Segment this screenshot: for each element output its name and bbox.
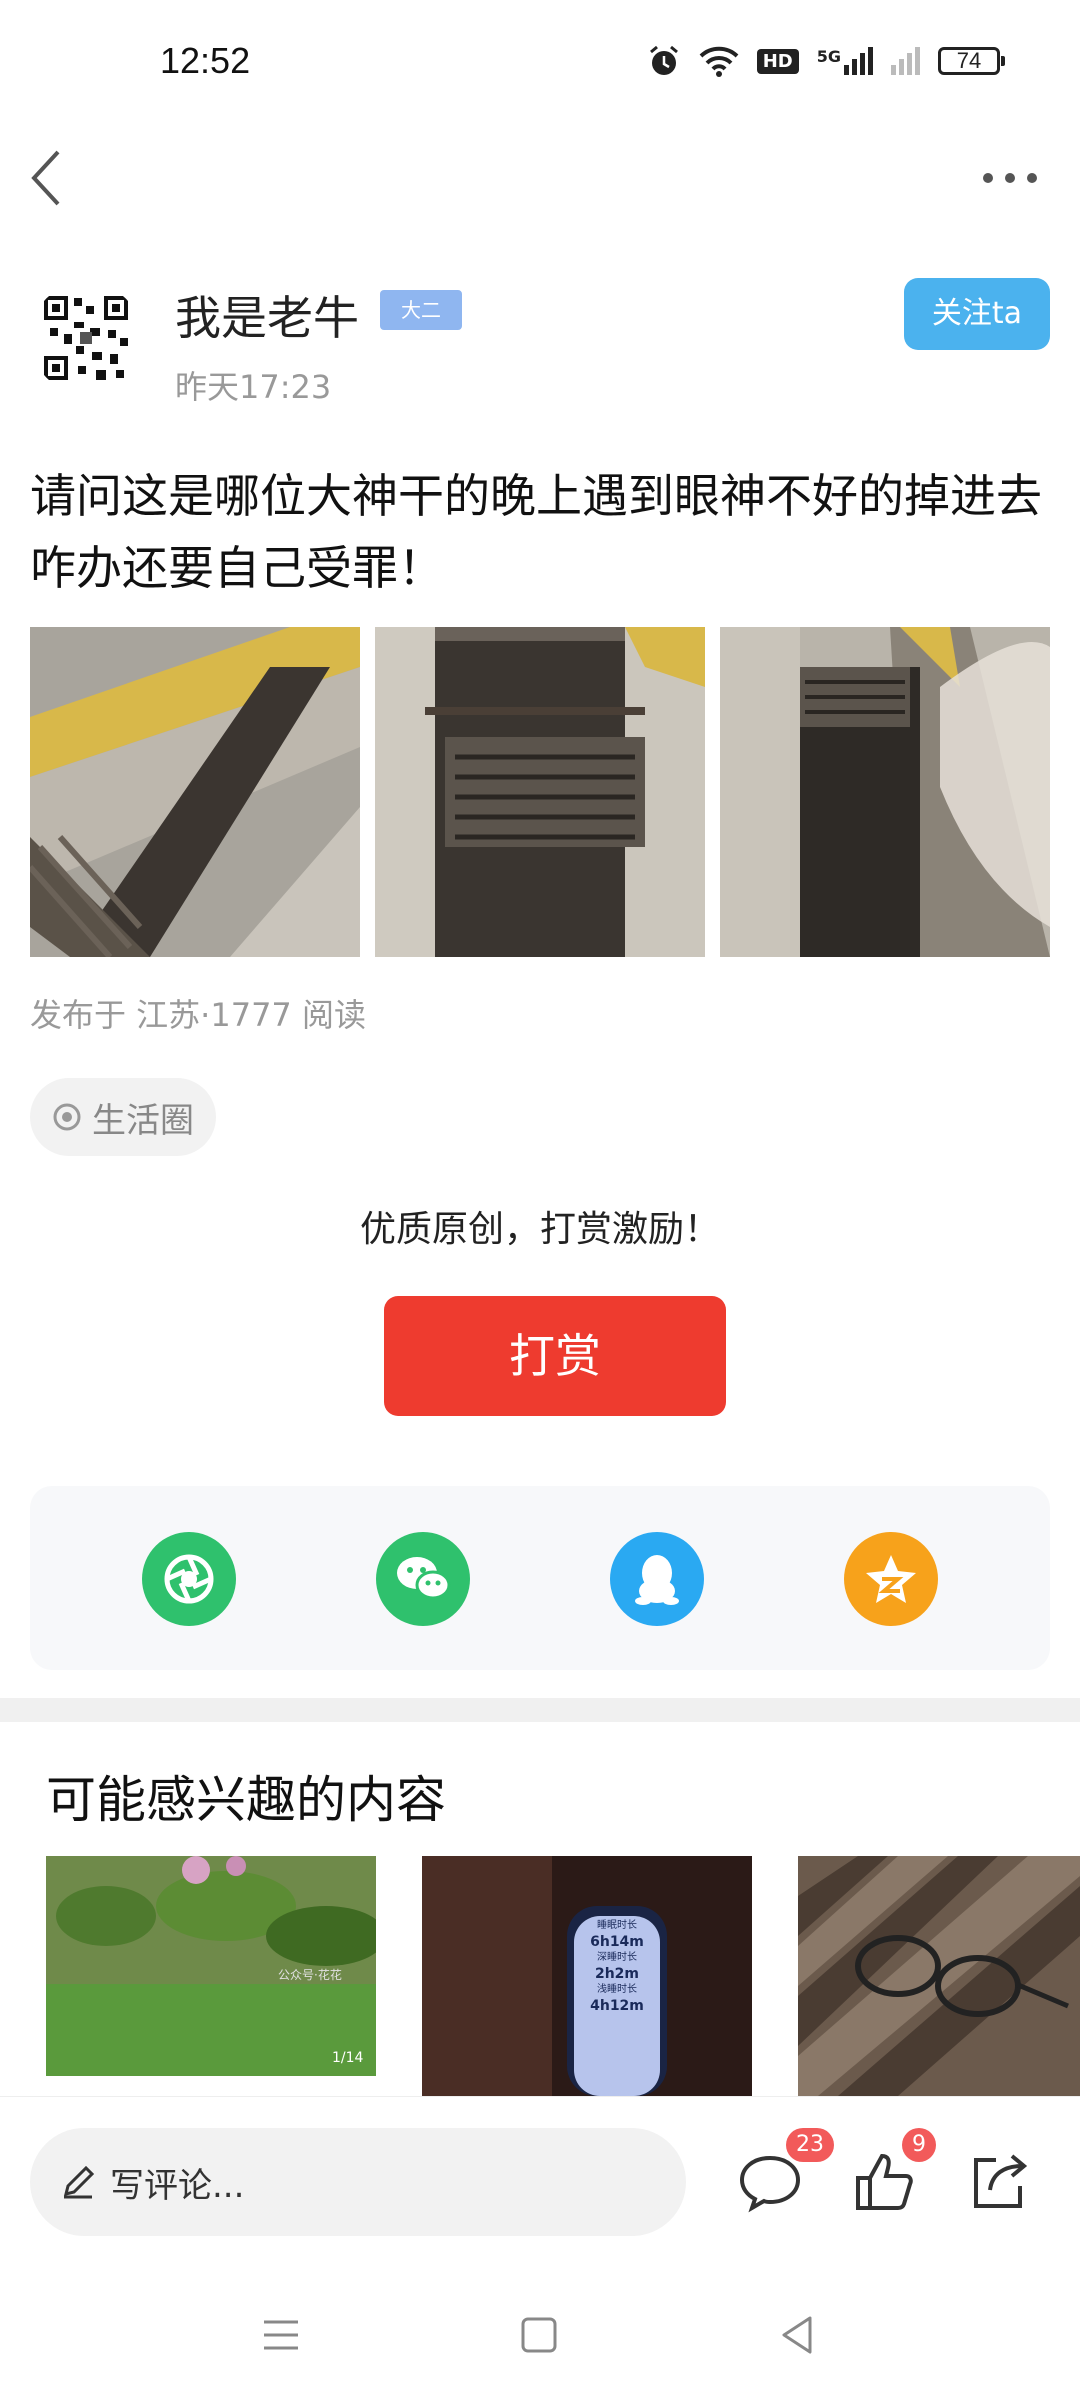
post-image-1[interactable] (30, 627, 360, 957)
penguin-icon (635, 1555, 679, 1605)
tag-label: 生活圈 (92, 1100, 194, 1141)
home-square-icon[interactable] (514, 2310, 564, 2360)
recommend-title: 可能感兴趣的内容 (46, 1771, 446, 1829)
post-image-3[interactable] (720, 627, 1050, 957)
target-icon (53, 1103, 81, 1131)
recommend-card-3[interactable] (798, 1856, 1080, 2096)
post-meta: 发布于 江苏·1777 阅读 (30, 996, 366, 1034)
post-image-2[interactable] (375, 627, 705, 957)
follow-button[interactable]: 关注ta (904, 278, 1050, 350)
recommend-card-2[interactable]: 睡眠时长 6h14m 深睡时长 2h2m 浅睡时长 4h12m (422, 1856, 752, 2096)
share-qq-button[interactable] (610, 1532, 704, 1626)
star-icon (866, 1555, 916, 1603)
reward-button[interactable]: 打赏 (384, 1296, 726, 1416)
status-icons: HD 5G 74 (647, 44, 1005, 78)
share-moments-button[interactable] (142, 1532, 236, 1626)
more-horizontal-icon[interactable] (980, 162, 1040, 194)
reward-prompt: 优质原创，打赏激励！ (359, 1209, 720, 1250)
share-wechat-button[interactable] (376, 1532, 470, 1626)
back-triangle-icon[interactable] (772, 2310, 822, 2360)
deep-sleep-value: 2h2m (594, 1966, 640, 1982)
deep-sleep-label: 深睡时长 (597, 1952, 637, 1963)
sleep-value: 6h14m (590, 1934, 644, 1950)
avatar[interactable] (30, 282, 142, 394)
post-text: 请问这是哪位大神干的晚上遇到眼神不好的掉进去咋办还要自己受罪！ (30, 469, 1042, 595)
light-sleep-label: 浅睡时长 (597, 1984, 637, 1995)
tag-chip[interactable]: 生活圈 (30, 1078, 216, 1156)
comment-input[interactable]: 写评论... (30, 2128, 686, 2236)
light-sleep-value: 4h12m (590, 1998, 644, 2014)
like-count-badge: 9 (902, 2128, 936, 2162)
share-qzone-button[interactable] (844, 1532, 938, 1626)
thumbs-up-icon[interactable] (852, 2150, 916, 2214)
status-time: 12:52 (160, 40, 251, 81)
battery-level: 74 (956, 48, 982, 73)
chevron-left-icon[interactable] (28, 148, 68, 208)
signal-2-icon (891, 47, 920, 75)
post-time: 昨天17:23 (175, 368, 332, 406)
signal-5g-icon: 5G (817, 47, 873, 75)
card-image-count: 1/14 (332, 2050, 364, 2066)
share-icon[interactable] (966, 2150, 1030, 2214)
comment-icon[interactable] (738, 2150, 802, 2214)
section-divider (0, 1698, 1080, 1722)
comment-placeholder: 写评论... (110, 2165, 245, 2206)
pencil-icon (63, 2165, 95, 2199)
sleep-readout: 睡眠时长 6h14m 深睡时长 2h2m 浅睡时长 4h12m (574, 1918, 660, 2014)
wifi-icon (699, 46, 739, 77)
alarm-icon (649, 45, 678, 75)
menu-icon[interactable] (256, 2310, 306, 2360)
hd-icon: HD (756, 48, 799, 74)
network-type-label: 5G (816, 47, 841, 66)
recommend-card-1[interactable]: 公众号·花花 1/14 (46, 1856, 376, 2096)
level-badge: 大二 (380, 290, 462, 330)
author-name[interactable]: 我是老牛 (175, 282, 359, 348)
card-watermark: 公众号·花花 (278, 1968, 342, 1982)
aperture-icon (164, 1554, 214, 1604)
wechat-icon (397, 1557, 451, 1600)
qr-code-avatar-icon (30, 282, 142, 394)
battery-icon: 74 (938, 47, 1005, 75)
comment-count-badge: 23 (786, 2128, 834, 2162)
sleep-label: 睡眠时长 (597, 1920, 637, 1931)
